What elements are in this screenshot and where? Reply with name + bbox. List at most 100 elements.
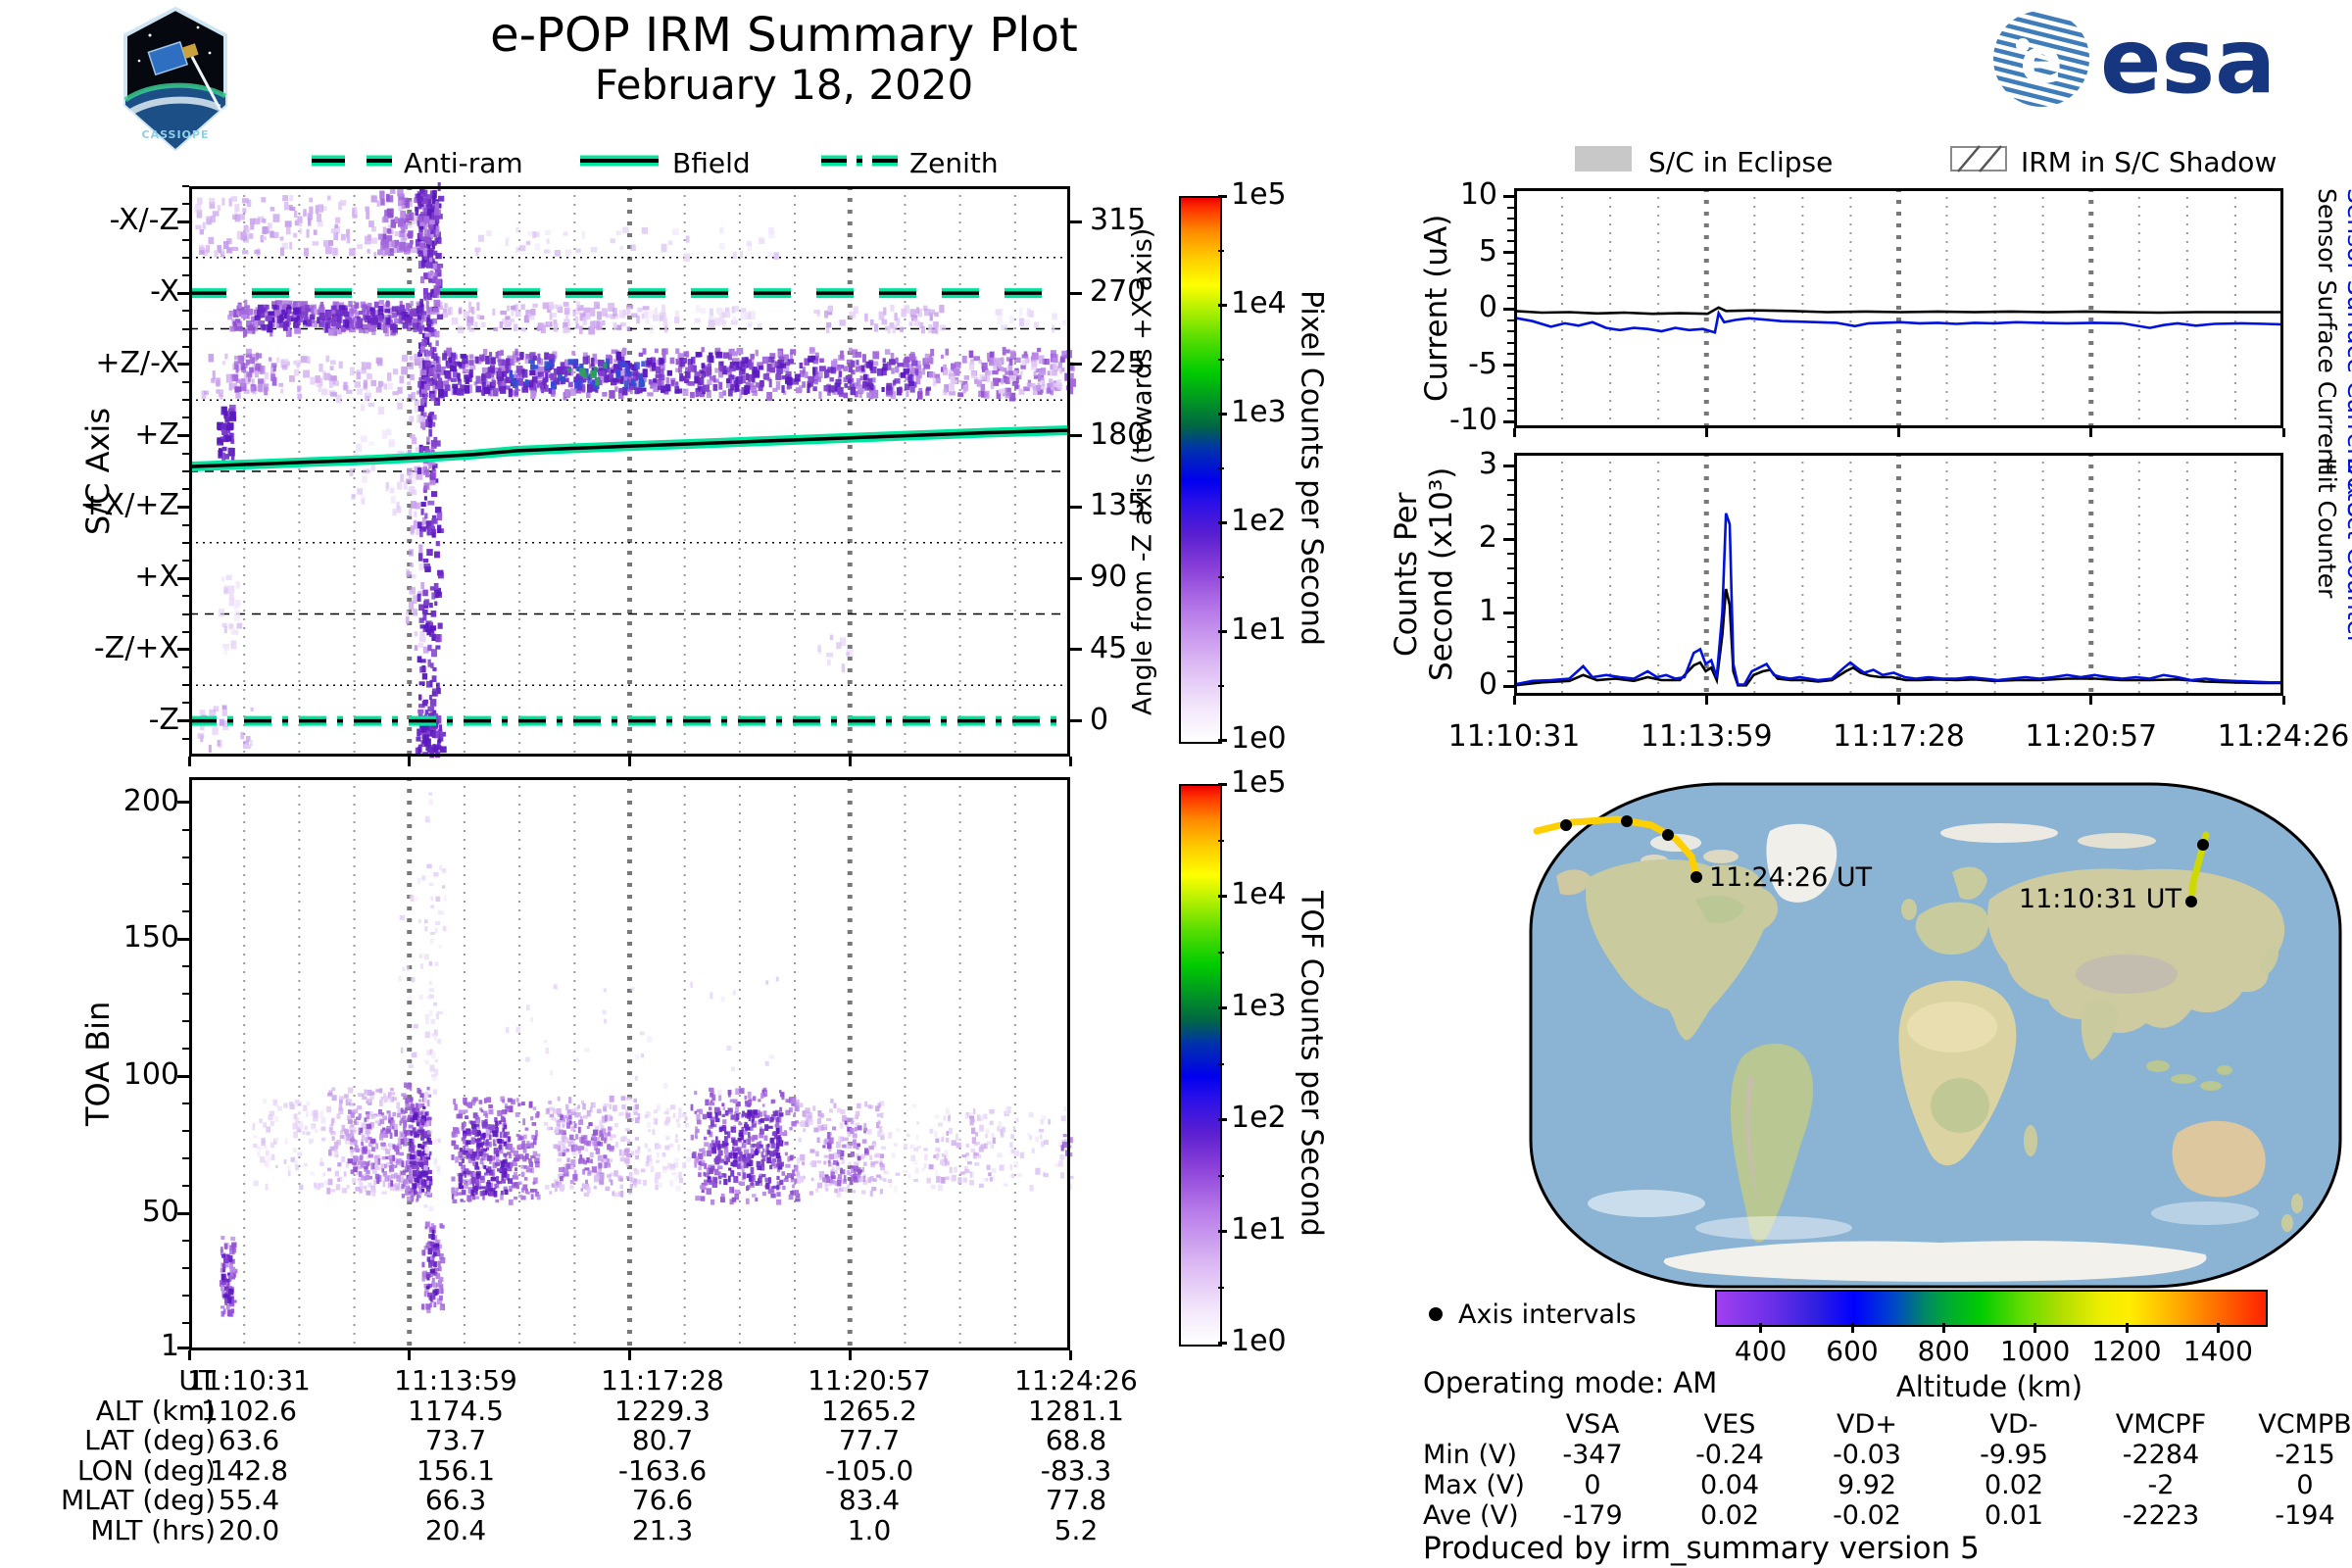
axis-tick	[182, 993, 189, 996]
axis-tick	[1070, 576, 1082, 580]
voltage-value: 0.02	[1699, 1500, 1760, 1531]
axis-tick	[182, 506, 189, 509]
axis-tick	[182, 856, 189, 858]
ephemeris-row-label: ALT (km)	[95, 1394, 216, 1427]
axis-tick	[1507, 330, 1514, 332]
altitude-cb-label: Altitude (km)	[1895, 1370, 2083, 1403]
ephemeris-value: 55.4	[218, 1484, 280, 1516]
axis-tick	[848, 1350, 852, 1360]
ephemeris-value: 20.0	[218, 1513, 280, 1546]
axis-tick	[182, 648, 189, 651]
shadow-label: IRM in S/C Shadow	[2021, 146, 2278, 178]
axis-tick	[2281, 696, 2285, 705]
axis-tick	[182, 345, 189, 348]
axis-tick	[1068, 1350, 1072, 1360]
ephemeris-value: -105.0	[824, 1453, 914, 1487]
ephemeris-value: 1265.2	[821, 1394, 917, 1427]
tof-cb-tick: 1e3	[1231, 989, 1287, 1023]
axis-tick	[1503, 684, 1514, 688]
axis-tick	[1070, 220, 1082, 223]
ephemeris-value: 73.7	[424, 1424, 487, 1456]
axis-tick	[1218, 194, 1227, 198]
axis-tick	[182, 595, 189, 598]
voltage-col-header: VD+	[1837, 1409, 1897, 1440]
axis-tick	[1503, 307, 1514, 311]
current-ylabel: Current (uA)	[1419, 214, 1454, 403]
ephemeris-value: 1.0	[847, 1513, 892, 1546]
pixel-cb-tick: 1e2	[1231, 504, 1287, 538]
axis-tick	[182, 1130, 189, 1133]
tof-counts-colorbar	[1179, 784, 1222, 1347]
pixel-cb-tick: 1e3	[1231, 395, 1287, 429]
axis-tick	[182, 1157, 189, 1160]
ephemeris-value: 63.6	[218, 1424, 280, 1456]
ephemeris-value: 68.8	[1045, 1424, 1107, 1456]
axis-tick	[1507, 641, 1514, 643]
ephemeris-value: 5.2	[1054, 1513, 1099, 1546]
counts-tick-label: 1	[1478, 594, 1497, 628]
axis-tick	[182, 559, 189, 562]
ephemeris-value: 142.8	[209, 1453, 289, 1487]
voltage-value: -9.95	[1980, 1440, 2048, 1470]
voltage-value: -2	[2147, 1470, 2175, 1500]
current-tick-label: -5	[1468, 346, 1497, 381]
page-date: February 18, 2020	[594, 61, 974, 109]
axis-tick	[1507, 398, 1514, 400]
toa-bin-spectrogram-plot[interactable]	[189, 777, 1074, 1350]
axis-tick	[1507, 656, 1514, 658]
ephemeris-value: 11:20:57	[808, 1364, 931, 1396]
axis-tick	[182, 399, 189, 402]
axis-tick	[1070, 648, 1082, 652]
counts-tick-label: 2	[1478, 520, 1497, 555]
eclipse-swatch	[1575, 146, 1632, 172]
angle-tick-label: 315	[1090, 203, 1147, 238]
current-tick-label: 5	[1478, 233, 1497, 269]
current-tick-label: 0	[1478, 290, 1497, 324]
axis-tick	[1218, 894, 1227, 898]
counts-tick-label: 3	[1478, 447, 1497, 481]
axis-tick	[1897, 696, 1900, 705]
axis-tick	[1503, 464, 1514, 467]
world-map[interactable]: 11:24:26 UT11:10:31 UT	[1529, 782, 2342, 1289]
axis-tick	[182, 612, 189, 615]
axis-tick	[1218, 1175, 1224, 1177]
right-time-label: 11:24:26	[2217, 719, 2350, 754]
ephemeris-value: 11:17:28	[601, 1364, 724, 1396]
tof-cb-tick: 1e4	[1231, 877, 1287, 911]
counter-plot[interactable]	[1513, 453, 2283, 696]
axis-intervals-dot	[1429, 1307, 1443, 1321]
ephemeris-row-label: MLAT (deg)	[60, 1484, 216, 1516]
axis-tick	[1507, 597, 1514, 599]
pixel-cb-tick: 1e5	[1231, 177, 1287, 212]
axis-tick	[1218, 840, 1224, 842]
axis-tick	[182, 684, 189, 687]
angle-tick-label: 270	[1090, 274, 1147, 310]
ephemeris-value: 1174.5	[408, 1394, 504, 1427]
toa-tick-label: 50	[141, 1195, 179, 1229]
pixel-counts-colorbar	[1179, 196, 1222, 744]
axis-tick	[1850, 1323, 1854, 1333]
axis-tick	[182, 1185, 189, 1188]
ephemeris-value: 156.1	[416, 1453, 496, 1487]
ephemeris-value: 77.8	[1045, 1484, 1107, 1516]
axis-tick	[182, 1266, 189, 1269]
axis-tick	[182, 220, 189, 223]
axis-tick	[182, 381, 189, 384]
pixel-cb-tick: 1e1	[1231, 612, 1287, 647]
axis-tick	[182, 883, 189, 886]
counts-ylabel-line1: Counts Per	[1389, 492, 1424, 657]
ephemeris-value: 20.4	[424, 1513, 487, 1546]
axis-tick	[1218, 1117, 1227, 1121]
axis-tick	[1218, 1005, 1227, 1009]
axis-tick	[182, 1294, 189, 1297]
axis-tick	[1218, 782, 1227, 786]
sector-label-X: -X	[150, 274, 179, 310]
ephemeris-value: 80.7	[631, 1424, 694, 1456]
voltage-value: 0.01	[1984, 1500, 2044, 1531]
axis-tick	[1070, 291, 1082, 295]
counts-tick-label: 0	[1478, 667, 1497, 702]
sc-axis-spectrogram-plot[interactable]	[188, 182, 1077, 759]
sensor-current-plot[interactable]	[1513, 188, 2284, 428]
axis-tick	[1218, 738, 1227, 742]
pixel-cb-tick: 1e4	[1231, 286, 1287, 320]
